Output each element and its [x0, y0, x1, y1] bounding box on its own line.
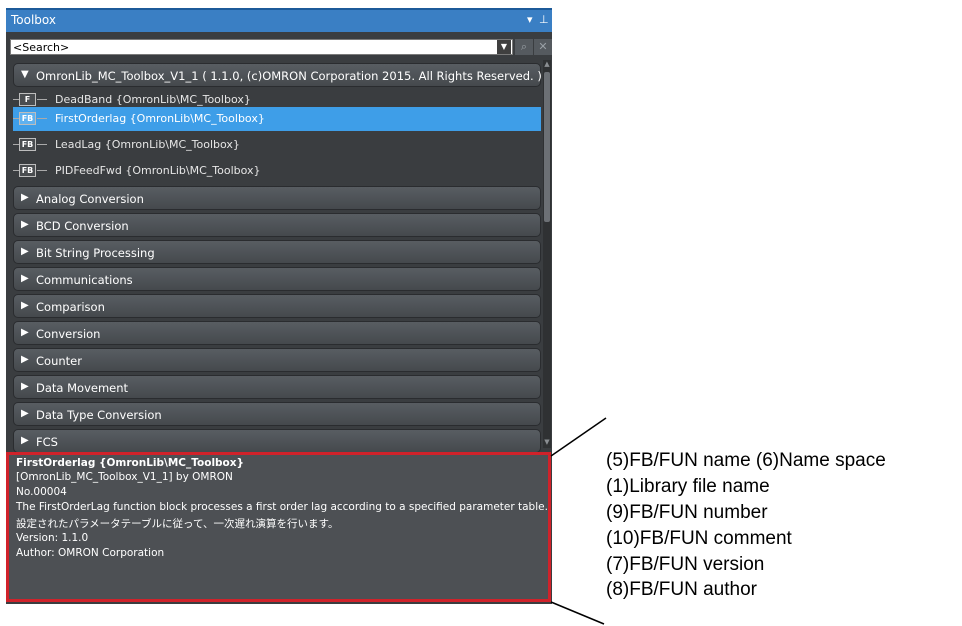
callout-author: (8)FB/FUN author	[606, 579, 757, 600]
callout-number: (9)FB/FUN number	[606, 502, 768, 523]
callout-comment: (10)FB/FUN comment	[606, 528, 792, 549]
callout-version: (7)FB/FUN version	[606, 554, 765, 575]
callout-line-top	[550, 417, 607, 457]
callout-library-file: (1)Library file name	[606, 476, 770, 497]
callout-lines	[550, 417, 607, 625]
callout-name-namespace: (5)FB/FUN name (6)Name space	[606, 450, 886, 471]
callout-line-bottom	[550, 601, 605, 625]
